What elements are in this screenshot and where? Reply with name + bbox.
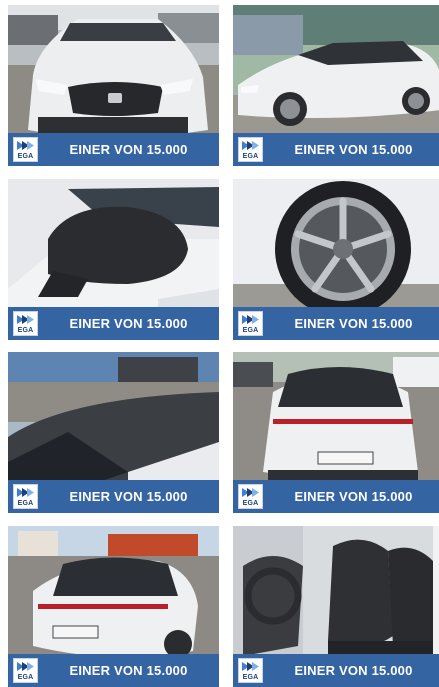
ega-logo-badge: EGA xyxy=(13,137,38,162)
ega-logo-text: EGA xyxy=(242,500,259,507)
ega-logo-icon xyxy=(17,141,34,150)
ega-logo-text: EGA xyxy=(17,500,34,507)
ega-logo-text: EGA xyxy=(242,327,259,334)
photo-gallery-grid: EGA EINER VON 15.000 EGA EINER VON 15.00… xyxy=(0,0,439,687)
promo-banner: EGA EINER VON 15.000 xyxy=(8,654,219,687)
ega-logo-badge: EGA xyxy=(238,137,263,162)
ega-logo-icon xyxy=(242,662,259,671)
promo-banner: EGA EINER VON 15.000 xyxy=(233,654,439,687)
promo-banner: EGA EINER VON 15.000 xyxy=(8,480,219,513)
ega-logo-badge: EGA xyxy=(13,311,38,336)
ega-logo-icon xyxy=(17,488,34,497)
ega-logo-badge: EGA xyxy=(238,311,263,336)
gallery-tile-rear[interactable]: EGA EINER VON 15.000 xyxy=(233,352,439,513)
ega-logo-icon xyxy=(17,315,34,324)
ega-logo-text: EGA xyxy=(17,327,34,334)
ega-logo-icon xyxy=(242,488,259,497)
ega-logo-badge: EGA xyxy=(238,484,263,509)
banner-label: EINER VON 15.000 xyxy=(69,142,188,157)
banner-label: EINER VON 15.000 xyxy=(294,663,413,678)
ega-logo-badge: EGA xyxy=(13,658,38,683)
ega-logo-text: EGA xyxy=(17,153,34,160)
gallery-tile-roof[interactable]: EGA EINER VON 15.000 xyxy=(8,352,219,513)
banner-label: EINER VON 15.000 xyxy=(294,316,413,331)
banner-label: EINER VON 15.000 xyxy=(294,142,413,157)
banner-label: EINER VON 15.000 xyxy=(69,489,188,504)
gallery-tile-mirror[interactable]: EGA EINER VON 15.000 xyxy=(8,179,219,340)
banner-label: EINER VON 15.000 xyxy=(294,489,413,504)
promo-banner: EGA EINER VON 15.000 xyxy=(233,480,439,513)
ega-logo-icon xyxy=(17,662,34,671)
ega-logo-badge: EGA xyxy=(13,484,38,509)
promo-banner: EGA EINER VON 15.000 xyxy=(8,133,219,166)
banner-label: EINER VON 15.000 xyxy=(69,663,188,678)
gallery-tile-front[interactable]: EGA EINER VON 15.000 xyxy=(8,5,219,166)
ega-logo-icon xyxy=(242,141,259,150)
ega-logo-icon xyxy=(242,315,259,324)
gallery-tile-side[interactable]: EGA EINER VON 15.000 xyxy=(233,5,439,166)
ega-logo-badge: EGA xyxy=(238,658,263,683)
ega-logo-text: EGA xyxy=(242,153,259,160)
promo-banner: EGA EINER VON 15.000 xyxy=(233,307,439,340)
promo-banner: EGA EINER VON 15.000 xyxy=(8,307,219,340)
gallery-tile-wheel[interactable]: EGA EINER VON 15.000 xyxy=(233,179,439,340)
banner-label: EINER VON 15.000 xyxy=(69,316,188,331)
gallery-tile-interior[interactable]: EGA EINER VON 15.000 xyxy=(233,526,439,687)
promo-banner: EGA EINER VON 15.000 xyxy=(233,133,439,166)
gallery-tile-rear-quarter[interactable]: EGA EINER VON 15.000 xyxy=(8,526,219,687)
